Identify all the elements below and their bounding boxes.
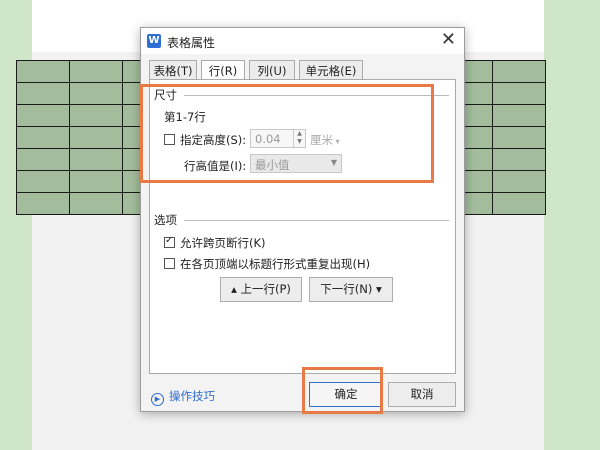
table-cell[interactable]: [68, 104, 123, 127]
dialog-titlebar[interactable]: W 表格属性 ✕: [141, 28, 464, 54]
tips-label: 操作技巧: [169, 389, 215, 403]
table-cell[interactable]: [492, 126, 546, 149]
table-cell[interactable]: [492, 82, 546, 105]
table-cell[interactable]: [16, 126, 70, 149]
tab-cell[interactable]: 单元格(E): [299, 60, 363, 80]
table-cell[interactable]: [492, 192, 546, 215]
close-icon[interactable]: ✕: [441, 31, 456, 49]
table-cell[interactable]: [16, 148, 70, 171]
options-group-divider: [184, 220, 449, 221]
table-cell[interactable]: [68, 192, 123, 215]
ok-button-highlight: [302, 367, 383, 414]
table-cell[interactable]: [492, 104, 546, 127]
table-cell[interactable]: [492, 148, 546, 171]
cancel-button[interactable]: 取消: [388, 382, 456, 407]
options-group-title: 选项: [154, 212, 181, 228]
next-row-button[interactable]: 下一行(N) ▾: [309, 277, 393, 302]
table-cell[interactable]: [68, 60, 123, 83]
table-cell[interactable]: [68, 148, 123, 171]
table-cell[interactable]: [68, 126, 123, 149]
table-cell[interactable]: [16, 192, 70, 215]
tab-column[interactable]: 列(U): [249, 60, 295, 80]
play-circle-icon: ▶: [151, 393, 164, 406]
table-cell[interactable]: [492, 60, 546, 83]
table-cell[interactable]: [68, 82, 123, 105]
table-cell[interactable]: [16, 104, 70, 127]
wps-writer-icon: W: [147, 34, 161, 48]
operation-tips-link[interactable]: ▶ 操作技巧: [151, 388, 215, 406]
table-cell[interactable]: [492, 170, 546, 193]
tab-table[interactable]: 表格(T): [149, 60, 197, 80]
previous-row-button[interactable]: ▴ 上一行(P): [220, 277, 302, 302]
allow-break-checkbox[interactable]: [164, 235, 175, 248]
size-group-highlight: [140, 84, 434, 183]
table-cell[interactable]: [16, 170, 70, 193]
repeat-header-checkbox[interactable]: [164, 258, 175, 269]
table-cell[interactable]: [68, 170, 123, 193]
allow-break-label: 允许跨页断行(K): [180, 236, 266, 250]
repeat-header-label: 在各页顶端以标题行形式重复出现(H): [180, 257, 371, 271]
table-cell[interactable]: [16, 82, 70, 105]
table-cell[interactable]: [16, 60, 70, 83]
dialog-title: 表格属性: [167, 36, 216, 50]
